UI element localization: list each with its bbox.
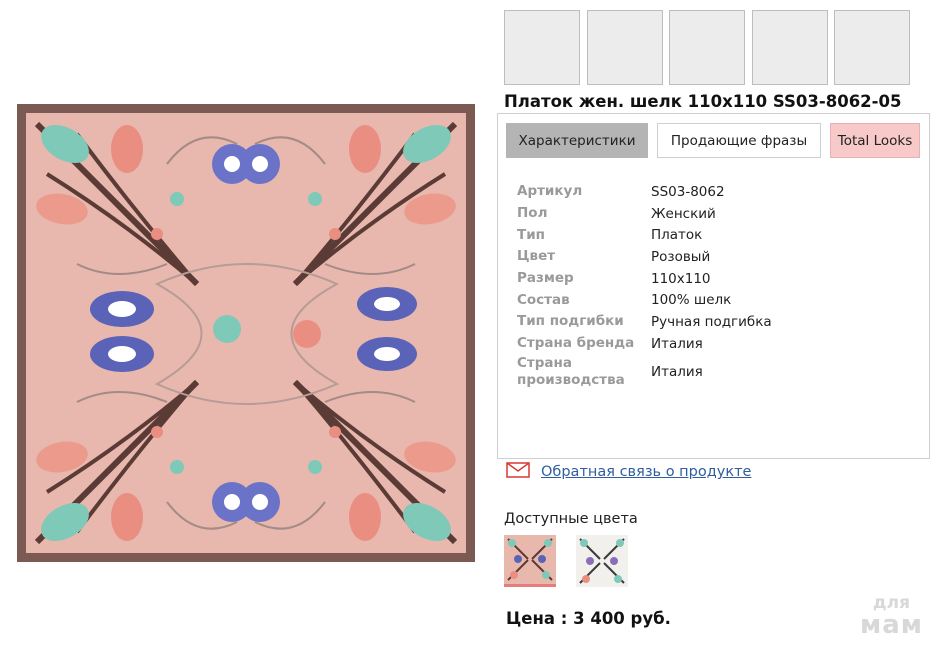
spec-value: Италия: [651, 335, 703, 352]
spec-key: Цвет: [517, 248, 556, 265]
spec-row: Страна производства Италия: [517, 355, 917, 389]
mail-icon[interactable]: [506, 462, 530, 482]
product-title: Платок жен. шелк 110х110 SS03-8062-05: [504, 92, 902, 111]
spec-key: Артикул: [517, 183, 583, 200]
thumbnail[interactable]: [752, 10, 828, 85]
watermark-logo: для мам: [859, 595, 923, 640]
tab-total-looks[interactable]: Total Looks: [830, 123, 920, 158]
spec-key: Страна производства: [517, 354, 625, 388]
tab-selling-phrases[interactable]: Продающие фразы: [657, 123, 821, 158]
spec-row: Пол Женский: [517, 203, 917, 225]
spec-key: Тип подгибки: [517, 313, 624, 330]
thumbnail[interactable]: [834, 10, 910, 85]
thumbnail[interactable]: [669, 10, 745, 85]
product-image[interactable]: [17, 104, 475, 562]
available-colors-label: Доступные цвета: [504, 511, 638, 527]
feedback-row: Обратная связь о продукте: [506, 462, 751, 482]
spec-value: Женский: [651, 205, 716, 222]
spec-value: Ручная подгибка: [651, 313, 772, 330]
watermark-line2: мам: [859, 610, 923, 640]
spec-key: Страна бренда: [517, 335, 635, 352]
spec-key: Размер: [517, 270, 574, 287]
spec-row: Страна бренда Италия: [517, 333, 917, 355]
spec-table: Артикул SS03-8062 Пол Женский Тип Платок Цв…: [517, 181, 917, 389]
feedback-link[interactable]: Обратная связь о продукте: [541, 464, 751, 480]
color-swatch-white[interactable]: [576, 535, 628, 587]
spec-row: Размер 110х110: [517, 268, 917, 290]
thumbnail[interactable]: [587, 10, 663, 85]
spec-value: 110х110: [651, 270, 711, 287]
spec-key: Пол: [517, 205, 548, 222]
thumbnail[interactable]: [504, 10, 580, 85]
spec-row: Тип Платок: [517, 224, 917, 246]
price: Цена : 3 400 руб.: [506, 609, 671, 628]
spec-value: Розовый: [651, 248, 711, 265]
tab-characteristics[interactable]: Характеристики: [506, 123, 648, 158]
spec-row: Тип подгибки Ручная подгибка: [517, 311, 917, 333]
spec-value: 100% шелк: [651, 292, 732, 309]
spec-row: Артикул SS03-8062: [517, 181, 917, 203]
color-swatch-pink[interactable]: [504, 535, 556, 587]
spec-key: Состав: [517, 291, 570, 308]
spec-row: Состав 100% шелк: [517, 289, 917, 311]
spec-value: Италия: [651, 363, 703, 380]
spec-row: Цвет Розовый: [517, 246, 917, 268]
spec-key: Тип: [517, 226, 545, 243]
spec-value: SS03-8062: [651, 183, 725, 200]
spec-value: Платок: [651, 227, 703, 244]
